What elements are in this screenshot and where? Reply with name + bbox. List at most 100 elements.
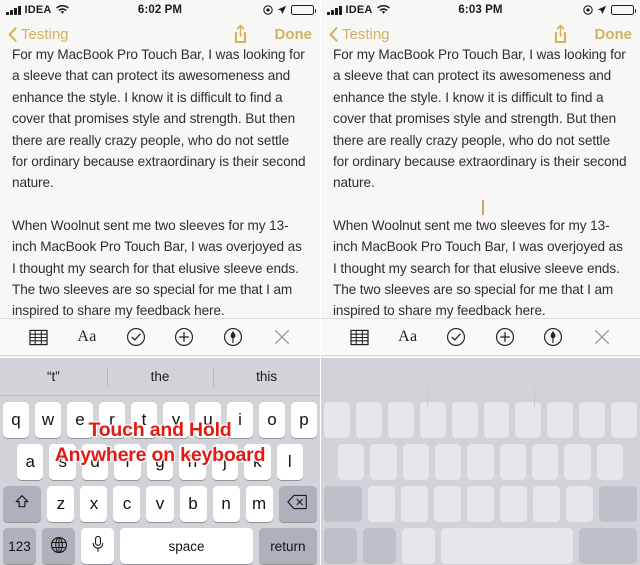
shift-key[interactable] [3,486,42,522]
key-d[interactable]: d [81,444,109,480]
key-o[interactable] [579,402,606,438]
chevron-left-icon [329,26,338,42]
key-m[interactable] [565,486,593,522]
space-key[interactable]: space [120,528,253,564]
back-button[interactable]: Testing [329,26,390,43]
text-format-icon[interactable]: Aa [397,326,419,348]
key-c[interactable]: c [113,486,141,522]
key-s[interactable] [370,444,397,480]
text-format-icon[interactable]: Aa [76,326,98,348]
key-e[interactable] [387,402,414,438]
key-z[interactable] [368,486,396,522]
key-r[interactable] [419,402,446,438]
key-f[interactable] [435,444,462,480]
keyboard-row-4 [321,528,640,564]
note-body[interactable]: For my MacBook Pro Touch Bar, I was look… [321,48,640,318]
return-key[interactable]: return [258,528,317,564]
note-body[interactable]: For my MacBook Pro Touch Bar, I was look… [0,48,320,318]
done-button[interactable]: Done [275,26,313,43]
backspace-key[interactable] [598,486,638,522]
markup-pen-circle-icon[interactable] [222,326,244,348]
numbers-key[interactable]: 123 [3,528,37,564]
key-l[interactable] [596,444,623,480]
onscreen-keyboard-trackpad-mode[interactable] [321,358,640,565]
key-k[interactable]: k [244,444,271,480]
dictation-mic-key[interactable] [81,528,115,564]
key-k[interactable] [564,444,591,480]
space-key[interactable] [440,528,573,564]
key-q[interactable] [323,402,350,438]
key-v[interactable]: v [146,486,174,522]
share-icon[interactable] [232,24,249,44]
key-h[interactable] [499,444,526,480]
key-a[interactable]: a [17,444,44,480]
numbers-key[interactable] [324,528,357,564]
phone-screen-left: IDEA 6:02 PM Testing Done For my MacBook… [0,0,320,565]
key-s[interactable]: s [49,444,76,480]
add-circle-icon[interactable] [494,326,516,348]
key-d[interactable] [402,444,429,480]
shift-key[interactable] [323,486,363,522]
key-p[interactable] [611,402,638,438]
key-g[interactable] [467,444,494,480]
table-icon[interactable] [27,326,49,348]
key-t[interactable]: t [131,402,157,438]
key-o[interactable]: o [259,402,285,438]
return-key[interactable] [578,528,637,564]
key-n[interactable]: n [212,486,240,522]
back-button[interactable]: Testing [8,26,69,43]
key-w[interactable]: w [35,402,61,438]
key-u[interactable]: u [195,402,221,438]
key-p[interactable]: p [291,402,317,438]
prediction-candidate-1[interactable]: “t” [0,358,107,396]
key-i[interactable]: i [227,402,253,438]
key-q[interactable]: q [3,402,29,438]
key-g[interactable]: g [146,444,174,480]
status-bar: IDEA 6:03 PM [321,0,640,20]
key-v[interactable] [467,486,494,522]
table-icon[interactable] [348,326,370,348]
prediction-candidate-3[interactable]: this [213,358,320,396]
key-e[interactable]: e [67,402,93,438]
prediction-candidate-2[interactable]: the [106,358,214,396]
note-paragraph-1: For my MacBook Pro Touch Bar, I was look… [333,48,627,191]
key-x[interactable] [401,486,429,522]
checklist-circle-icon[interactable] [125,326,147,348]
predictive-text-bar: “t” the this [0,358,320,396]
key-b[interactable] [499,486,527,522]
onscreen-keyboard[interactable]: “t” the this q w e r t y u i o p a s d f [0,358,320,565]
key-f[interactable]: f [114,444,141,480]
dictation-mic-key[interactable] [401,528,435,564]
key-m[interactable]: m [245,486,273,522]
key-j[interactable] [531,444,559,480]
key-u[interactable] [515,402,542,438]
key-r[interactable]: r [99,402,125,438]
backspace-key[interactable] [278,486,317,522]
globe-language-key[interactable] [42,528,76,564]
done-button[interactable]: Done [595,26,633,43]
key-a[interactable] [338,444,365,480]
key-t[interactable] [451,402,478,438]
notes-toolbar: Aa [321,318,640,356]
key-y[interactable]: y [163,402,189,438]
key-j[interactable]: j [211,444,239,480]
markup-pen-circle-icon[interactable] [542,326,564,348]
close-icon[interactable] [271,326,293,348]
key-z[interactable]: z [47,486,75,522]
add-circle-icon[interactable] [173,326,195,348]
share-icon[interactable] [552,24,569,44]
checklist-circle-icon[interactable] [445,326,467,348]
key-h[interactable]: h [179,444,206,480]
key-l[interactable]: l [276,444,303,480]
key-w[interactable] [355,402,382,438]
key-n[interactable] [532,486,560,522]
key-i[interactable] [547,402,574,438]
close-icon[interactable] [591,326,613,348]
back-button-label: Testing [342,25,390,43]
key-x[interactable]: x [80,486,108,522]
text-caret [482,200,484,215]
key-c[interactable] [434,486,462,522]
key-y[interactable] [483,402,510,438]
globe-language-key[interactable] [362,528,396,564]
key-b[interactable]: b [179,486,207,522]
